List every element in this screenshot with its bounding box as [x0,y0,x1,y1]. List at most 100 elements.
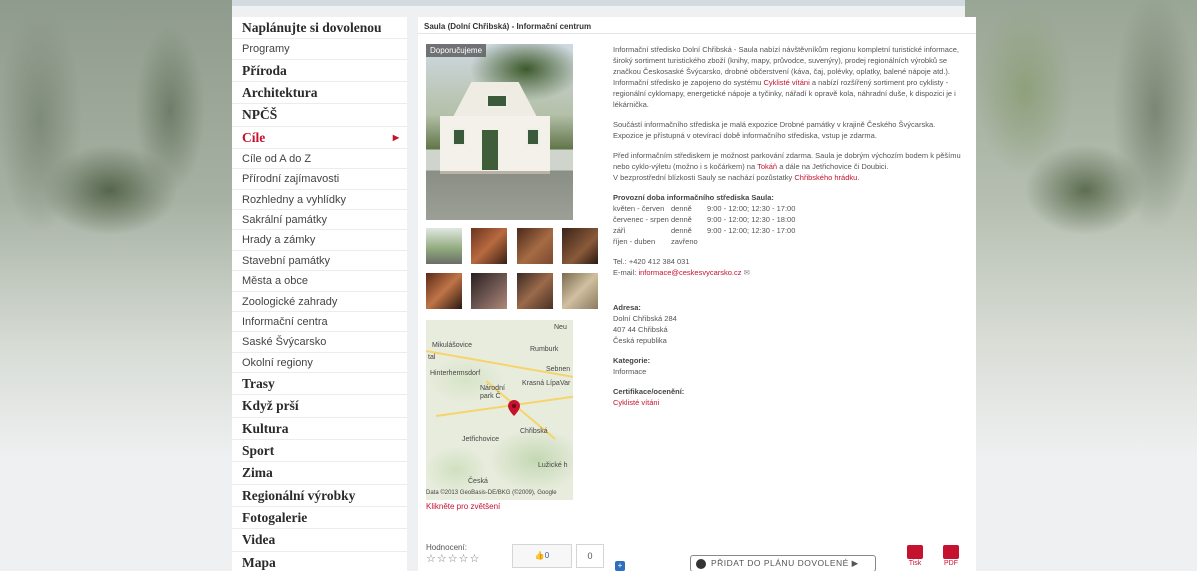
window [526,128,540,146]
thumbnail[interactable] [471,228,507,264]
door [482,130,498,170]
printer-icon [907,545,923,559]
map-road [435,395,573,417]
sidebar-item-label: Programy [242,43,290,56]
category-label: Kategorie: [613,356,651,365]
sidebar-item-zoologické-zahrady[interactable]: Zoologické zahrady [232,292,407,312]
text: a dále na Jetřichovice či Doubici. [777,162,889,171]
sidebar-item-sport[interactable]: Sport [232,440,407,463]
share-icon[interactable]: + [615,561,625,571]
map-label: Mikulášovice [432,342,473,349]
map-label: Národní [480,385,505,392]
sidebar-item-přírodní-zajímavosti[interactable]: Přírodní zajímavosti [232,169,407,190]
sidebar-item-saské-švýcarsko[interactable]: Saské Švýcarsko [232,332,407,353]
hours-months: červenec - srpen [613,215,669,224]
sidebar-item-label: NPČŠ [242,107,278,123]
sidebar-item-label: Saské Švýcarsko [242,336,327,349]
sidebar-item-mapa[interactable]: Mapa [232,552,407,571]
map-enlarge-link[interactable]: Klikněte pro zvětšení [426,502,500,511]
sidebar-item-okolní-regiony[interactable]: Okolní regiony [232,353,407,374]
sidebar-item-label: Mapa [242,554,276,570]
thumbnail[interactable] [517,273,553,309]
hours-row: květen - červen denně 9:00 - 12:00; 12:30 … [613,203,963,214]
sidebar-item-trasy[interactable]: Trasy [232,373,407,396]
sidebar-item-label: Stavební památky [242,254,331,267]
email-link[interactable]: informace@ceskesvycarsko.cz [638,268,741,277]
thumbnail[interactable] [426,228,462,264]
sidebar-item-label: Zima [242,465,273,481]
map-label: park Č [480,393,501,400]
sidebar-item-fotogalerie[interactable]: Fotogalerie [232,507,407,530]
sidebar-item-label: Města a obce [242,275,309,288]
hours-months: říjen - duben [613,237,656,246]
thumbnail[interactable] [562,228,598,264]
sidebar-item-sakrální-památky[interactable]: Sakrální památky [232,210,407,231]
print-label: Tisk [908,560,922,567]
map-label: Rumburk [530,346,559,353]
sidebar-item-města-a-obce[interactable]: Města a obce [232,271,407,292]
window [452,128,466,146]
add-to-plan-button[interactable]: PŘIDAT DO PLÁNU DOVOLENÉ ▶ [690,555,876,571]
rating-stars[interactable]: ☆☆☆☆☆ [426,552,480,565]
sidebar-item-label: Regionální výrobky [242,487,356,503]
sidebar-item-hrady-a-zámky[interactable]: Hrady a zámky [232,230,407,251]
opening-hours: Provozní doba informačního střediska Sau… [613,192,963,247]
map-label: Chřibská [520,428,548,435]
sidebar-item-naplánujte-si-dovolenou[interactable]: Naplánujte si dovolenou [232,17,407,40]
sidebar-item-programy[interactable]: Programy [232,39,407,60]
hours-time: 9:00 - 12:00; 12:30 - 17:00 [707,226,796,235]
plan-icon [696,559,706,569]
sidebar-item-npčš[interactable]: NPČŠ [232,104,407,127]
email-icon: ✉ [743,268,750,277]
sidebar-item-příroda[interactable]: Příroda [232,60,407,82]
map-label: Sebnen [546,366,571,373]
sidebar-item-label: Když prší [242,398,299,414]
pdf-button[interactable]: PDF [942,545,960,571]
main-photo[interactable]: Doporučujeme [426,44,573,220]
sidebar-item-informační-centra[interactable]: Informační centra [232,312,407,333]
certification-label: Certifikace/ocenění: [613,387,685,396]
category: Kategorie: Informace [613,355,963,377]
sidebar-item-regionální-výrobky[interactable]: Regionální výrobky [232,485,407,507]
thumbnail[interactable] [517,228,553,264]
map-attribution: Data ©2013 GeoBasis-DE/BKG (©2009), Goog… [426,490,557,496]
print-button[interactable]: Tisk [906,545,924,571]
thumbnail[interactable] [471,273,507,309]
sidebar-item-label: Příroda [242,62,287,78]
category-value: Informace [613,367,647,376]
certification-link[interactable]: Cyklisté vítáni [613,398,659,407]
tokan-link[interactable]: Tokáň [757,162,777,171]
hours-time: 9:00 - 12:00; 12:30 - 18:00 [707,215,796,224]
address-line: Česká republika [613,336,667,345]
add-to-plan-label: PŘIDAT DO PLÁNU DOVOLENÉ ▶ [711,558,859,568]
recommended-badge: Doporučujeme [426,44,487,57]
text: . [857,173,860,182]
background-rock-left [0,0,232,571]
thumbnail[interactable] [426,273,462,309]
location-map[interactable]: Neu Mikulášovice Rumburk tal Hinterherms… [426,320,573,500]
sidebar-item-stavební-památky[interactable]: Stavební památky [232,251,407,272]
sidebar-item-rozhledny-a-vyhlídky[interactable]: Rozhledny a vyhlídky [232,190,407,211]
castle-link[interactable]: Chřibského hrádku [794,173,857,182]
sidebar-item-label: Přírodní zajímavosti [242,173,340,186]
opening-hours-table: květen - červen denně 9:00 - 12:00; 12:30 … [613,203,963,247]
map-label: Jetřichovice [462,436,499,443]
hours-row: září denně 9:00 - 12:00; 12:30 - 17:00 [613,225,963,236]
sidebar-item-cíle[interactable]: Cíle ▶ [232,127,407,149]
sidebar-item-zima[interactable]: Zima [232,462,407,485]
email-row: E-mail: informace@ceskesvycarsko.cz ✉ [613,267,963,278]
sidebar-item-kultura[interactable]: Kultura [232,418,407,441]
text: V bezprostřední blízkosti Sauly se nachá… [613,173,795,182]
email-label: E-mail: [613,268,637,277]
cyclists-welcome-link[interactable]: Cyklisté vítáni [764,78,810,87]
thumbnail[interactable] [562,273,598,309]
sidebar-item-videa[interactable]: Videa [232,529,407,552]
pdf-label: PDF [944,560,958,567]
sidebar-item-když-prší[interactable]: Když prší [232,395,407,418]
hours-months: květen - červen [613,204,665,213]
sidebar-item-cíle-od-a-do-z[interactable]: Cíle od A do Z [232,149,407,170]
hours-days: denně [671,215,692,224]
sidebar-item-architektura[interactable]: Architektura [232,82,407,105]
sidebar-item-label: Okolní regiony [242,356,313,369]
like-button[interactable]: 👍0 [512,544,572,568]
